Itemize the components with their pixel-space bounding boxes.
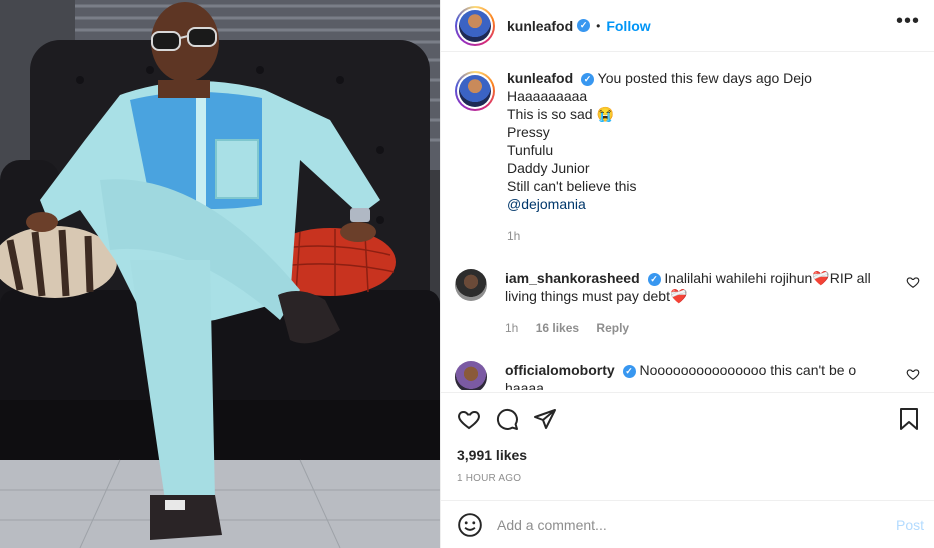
caption-line: Tunfulu xyxy=(507,142,554,158)
like-comment-heart-icon[interactable] xyxy=(906,367,920,381)
caption-body: kunleafod ✓ You posted this few days ago… xyxy=(507,69,812,245)
emoji-smiley-icon[interactable] xyxy=(457,512,483,538)
comment-item: officialomoborty ✓ Nooooooooooooooo this… xyxy=(455,361,920,390)
comment-time[interactable]: 1h xyxy=(505,321,518,335)
header-separator: • xyxy=(596,18,601,33)
comment-input[interactable]: Add a comment... xyxy=(497,517,896,533)
share-paper-plane-icon[interactable] xyxy=(533,407,557,431)
post-photo[interactable] xyxy=(0,0,440,548)
instagram-post-modal: kunleafod ✓ • Follow ••• kunleafod ✓ You… xyxy=(0,0,934,548)
caption-time[interactable]: 1h xyxy=(507,229,520,243)
comment-body: officialomoborty ✓ Nooooooooooooooo this… xyxy=(505,361,920,390)
verified-badge-icon: ✓ xyxy=(581,72,595,86)
commenter-username[interactable]: iam_shankorasheed xyxy=(505,270,640,286)
caption-line: Still can't believe this xyxy=(507,178,637,194)
post-comment-button[interactable]: Post xyxy=(896,517,924,533)
caption-mention-link[interactable]: @dejomania xyxy=(507,195,812,213)
save-bookmark-icon[interactable] xyxy=(898,407,920,431)
follow-button[interactable]: Follow xyxy=(606,18,650,34)
photo-illustration xyxy=(0,0,440,548)
post-header: kunleafod ✓ • Follow ••• xyxy=(441,0,934,52)
verified-badge-icon: ✓ xyxy=(622,364,636,378)
verified-badge-icon: ✓ xyxy=(577,19,591,32)
comment-composer: Add a comment... Post xyxy=(441,500,934,548)
caption-username[interactable]: kunleafod xyxy=(507,70,573,86)
comment-body: iam_shankorasheed ✓ Inalilahi wahilehi r… xyxy=(505,269,920,337)
comment-likes[interactable]: 16 likes xyxy=(536,321,579,335)
more-options-icon[interactable]: ••• xyxy=(896,11,920,31)
caption-meta: 1h xyxy=(507,227,812,245)
caption-line: You posted this few days ago Dejo xyxy=(597,70,812,86)
action-icons xyxy=(457,405,920,433)
comment-bubble-icon[interactable] xyxy=(495,407,519,431)
post-actions: 3,991 likes 1 HOUR AGO xyxy=(441,392,934,500)
like-heart-icon[interactable] xyxy=(457,407,481,431)
caption-line: Haaaaaaaaa xyxy=(507,88,588,104)
comment-meta: 1h 16 likes Reply xyxy=(505,319,890,337)
commenter-username[interactable]: officialomoborty xyxy=(505,362,615,378)
like-comment-heart-icon[interactable] xyxy=(906,275,920,289)
commenter-avatar[interactable] xyxy=(455,269,487,301)
caption-author-avatar[interactable] xyxy=(455,71,495,111)
post-detail-panel: kunleafod ✓ • Follow ••• kunleafod ✓ You… xyxy=(440,0,934,548)
reply-button[interactable]: Reply xyxy=(596,321,629,335)
comments-section[interactable]: kunleafod ✓ You posted this few days ago… xyxy=(441,53,934,390)
post-timestamp[interactable]: 1 HOUR AGO xyxy=(457,473,920,484)
author-avatar[interactable] xyxy=(455,5,495,46)
post-caption: kunleafod ✓ You posted this few days ago… xyxy=(455,69,920,245)
comment-item: iam_shankorasheed ✓ Inalilahi wahilehi r… xyxy=(455,269,920,337)
commenter-avatar[interactable] xyxy=(455,361,487,390)
verified-badge-icon: ✓ xyxy=(647,272,661,286)
caption-line: Daddy Junior xyxy=(507,160,590,176)
caption-line: This is so sad 😭 xyxy=(507,106,614,122)
caption-line: Pressy xyxy=(507,124,550,140)
author-avatar-image xyxy=(459,9,491,42)
author-username[interactable]: kunleafod xyxy=(507,18,573,34)
likes-count[interactable]: 3,991 likes xyxy=(457,447,920,463)
